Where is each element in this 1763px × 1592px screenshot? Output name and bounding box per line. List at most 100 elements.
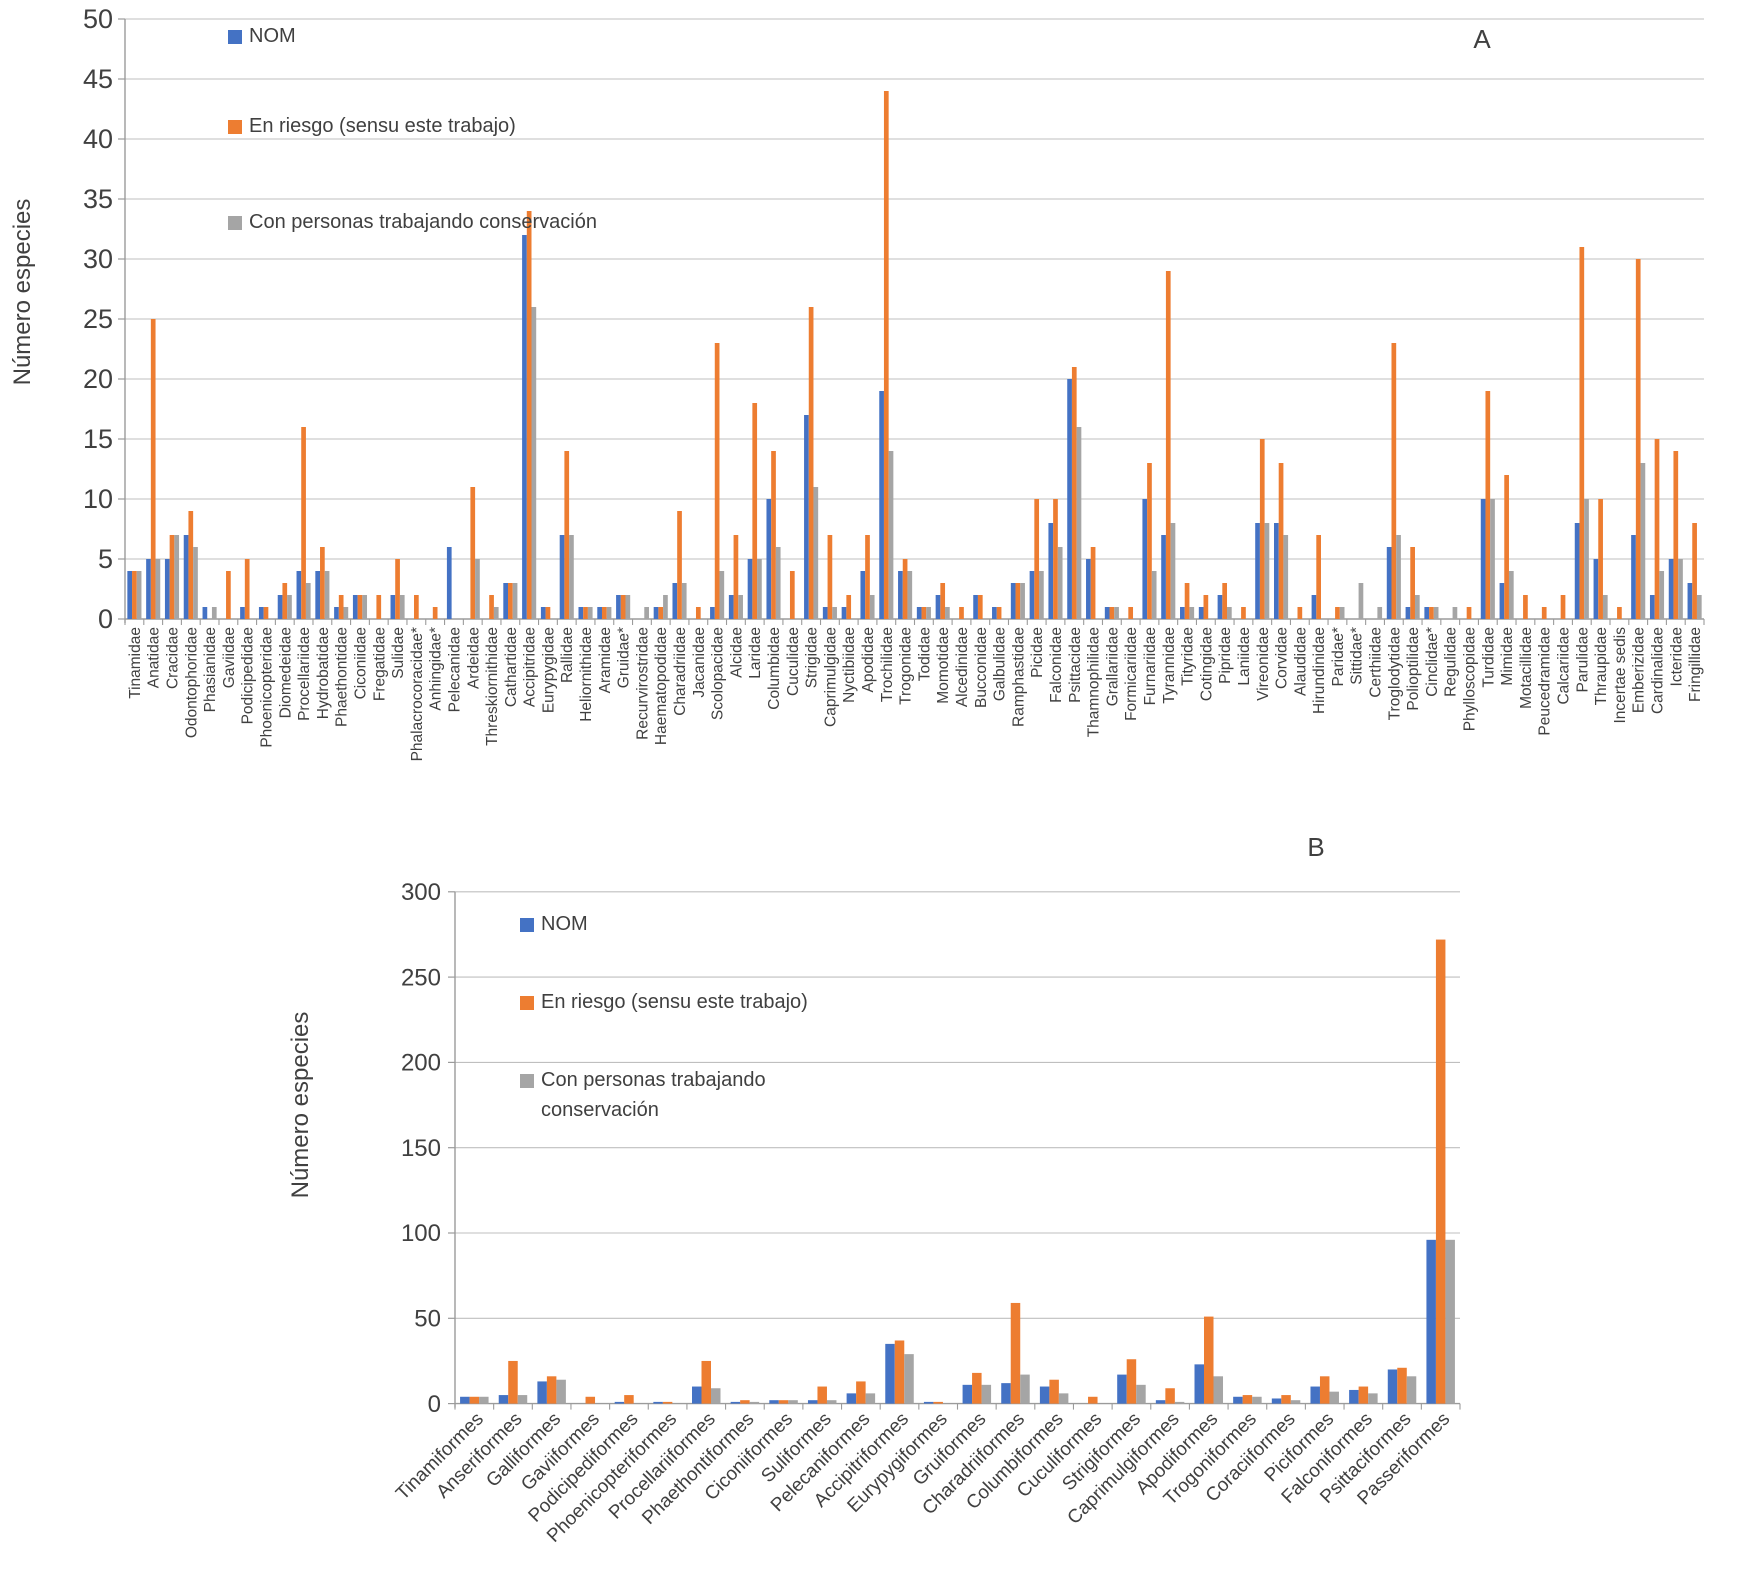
category-label: Cracidae	[164, 627, 181, 689]
bar	[475, 559, 480, 619]
bar	[203, 607, 208, 619]
bar	[1377, 607, 1382, 619]
legend-swatch	[520, 918, 534, 932]
bar	[602, 607, 607, 619]
category-label: Tinamidae	[127, 627, 144, 699]
bar	[127, 571, 132, 619]
bar	[817, 1387, 827, 1404]
category-label: Apodidae	[860, 627, 877, 693]
y-axis-tick-label: 250	[401, 964, 441, 991]
bar	[1655, 439, 1660, 619]
bar	[1185, 583, 1190, 619]
category-label: Cotingidae	[1198, 627, 1215, 701]
bar	[315, 571, 320, 619]
x-axis-tick-marks	[455, 1404, 1460, 1410]
category-label: Diomedeidae	[277, 627, 294, 718]
bar	[287, 595, 292, 619]
bar	[1086, 559, 1091, 619]
category-label: Icteridae	[1668, 627, 1685, 686]
bar	[898, 571, 903, 619]
category-label: Strigidae	[804, 627, 821, 688]
bar	[1222, 583, 1227, 619]
y-axis-tick-label: 50	[414, 1305, 441, 1332]
category-label: Mimidae	[1499, 627, 1516, 686]
bar	[663, 595, 668, 619]
bar	[245, 559, 250, 619]
bar	[259, 607, 264, 619]
bar	[1406, 607, 1411, 619]
bar	[132, 571, 137, 619]
bar	[870, 595, 875, 619]
bar	[978, 595, 983, 619]
bar	[885, 1344, 895, 1404]
category-label: Sulidae	[390, 627, 407, 679]
bar	[1171, 523, 1176, 619]
bar	[1214, 1376, 1224, 1403]
legend-label: Con personas trabajando conservación	[249, 211, 597, 233]
category-label: Accipitridae	[522, 627, 539, 707]
y-axis-tick-labels: 050100150200250300	[401, 879, 441, 1418]
bar	[715, 343, 720, 619]
category-label: Falconidae	[1048, 627, 1065, 703]
bar	[904, 1354, 914, 1403]
bar	[1059, 1393, 1069, 1403]
category-label: Anatidae	[146, 627, 163, 688]
bar	[1697, 595, 1702, 619]
y-axis-tick-label: 45	[83, 64, 113, 94]
bar	[146, 559, 151, 619]
bar	[924, 1402, 934, 1404]
bar	[547, 1376, 557, 1403]
bar	[1166, 271, 1171, 619]
bar	[982, 1385, 992, 1404]
bar	[804, 415, 809, 619]
bar	[809, 307, 814, 619]
category-label: Tyrannidae	[1161, 627, 1178, 704]
bar	[1509, 571, 1514, 619]
category-label: Picidae	[1029, 627, 1046, 678]
bar	[1088, 1397, 1098, 1404]
bar	[907, 571, 912, 619]
bar	[846, 595, 851, 619]
legend-swatch	[520, 1074, 534, 1088]
bar	[823, 607, 828, 619]
bar	[1233, 1397, 1243, 1404]
category-label: Laridae	[747, 627, 764, 679]
category-label: Alaudidae	[1292, 627, 1309, 696]
category-label: Charadriidae	[672, 627, 689, 716]
bar	[1368, 1393, 1378, 1403]
bar	[808, 1400, 818, 1403]
bar	[522, 235, 527, 619]
legend-item-riesgo: En riesgo (sensu este trabajo)	[520, 991, 808, 1013]
bar	[1500, 583, 1505, 619]
bar	[1227, 607, 1232, 619]
category-label: Cathartidae	[503, 627, 520, 707]
category-label: Todidae	[916, 627, 933, 681]
y-axis-tick-label: 50	[83, 4, 113, 34]
bar	[1274, 523, 1279, 619]
bar	[1199, 607, 1204, 619]
y-axis-tick-label: 25	[83, 304, 113, 334]
bar	[470, 1397, 480, 1404]
bar	[1189, 607, 1194, 619]
bar	[1316, 535, 1321, 619]
y-axis-tick-label: 20	[83, 364, 113, 394]
panel-b-corner-label: B	[1307, 832, 1324, 862]
bar	[757, 559, 762, 619]
bar	[917, 607, 922, 619]
bar	[1426, 1240, 1436, 1404]
bar	[1436, 940, 1446, 1404]
bar	[827, 1400, 837, 1403]
bar	[1241, 607, 1246, 619]
bar	[433, 607, 438, 619]
bar	[353, 595, 358, 619]
bar	[769, 1400, 779, 1403]
category-label: Vireonidae	[1255, 627, 1272, 701]
bar	[1542, 607, 1547, 619]
bar	[1020, 583, 1025, 619]
gridlines	[448, 892, 1460, 1404]
category-label: Polioptilidae	[1405, 627, 1422, 711]
bar	[508, 583, 513, 619]
bar	[282, 583, 287, 619]
bar	[719, 571, 724, 619]
category-label: Podicipedidae	[240, 627, 257, 724]
